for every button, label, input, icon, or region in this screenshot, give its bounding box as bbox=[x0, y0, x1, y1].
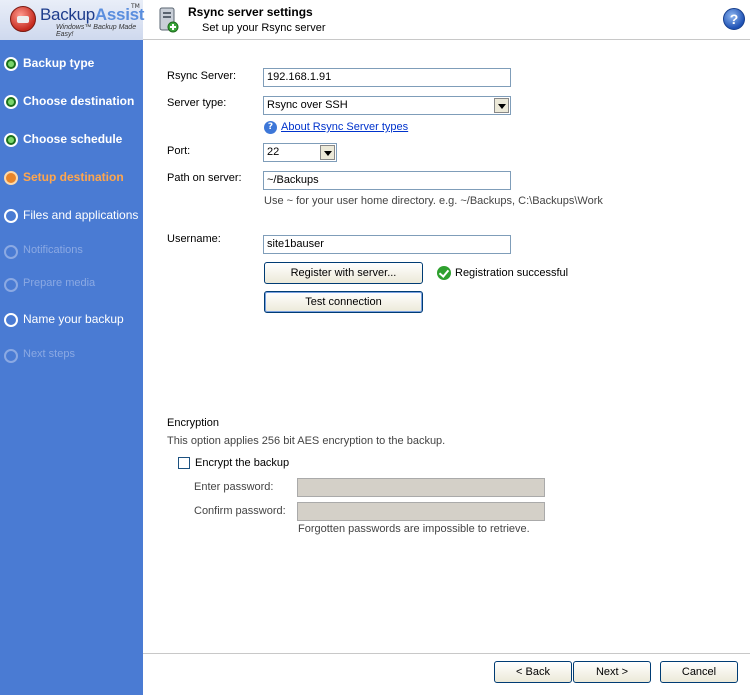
sidebar-item-label: Files and applications bbox=[23, 208, 139, 222]
sidebar-item-notifications: Notifications bbox=[0, 239, 143, 265]
enter-password-input bbox=[297, 478, 545, 497]
sidebar-item-backup-type[interactable]: Backup type bbox=[0, 51, 143, 77]
sidebar-item-label: Choose schedule bbox=[23, 132, 123, 146]
wizard-header: BackupAssist TM Windows™ Backup Made Eas… bbox=[0, 0, 750, 40]
step-complete-icon bbox=[4, 95, 18, 109]
password-warning: Forgotten passwords are impossible to re… bbox=[298, 523, 530, 535]
page-title: Rsync server settings bbox=[188, 5, 313, 19]
sidebar-item-label: Name your backup bbox=[23, 312, 124, 326]
path-hint: Use ~ for your user home directory. e.g.… bbox=[264, 195, 603, 207]
chevron-down-icon[interactable] bbox=[494, 98, 509, 113]
logo-trademark: TM bbox=[131, 3, 140, 10]
about-rsync-server-types-link[interactable]: About Rsync Server types bbox=[281, 121, 408, 133]
footer-divider bbox=[143, 653, 750, 654]
step-disabled-icon bbox=[4, 278, 18, 292]
chevron-down-icon[interactable] bbox=[320, 145, 335, 160]
rsync-server-input[interactable]: 192.168.1.91 bbox=[263, 68, 511, 87]
logo-brand: BackupAssist bbox=[40, 5, 145, 24]
app-logo: BackupAssist TM Windows™ Backup Made Eas… bbox=[0, 0, 145, 40]
help-icon[interactable]: ? bbox=[723, 8, 745, 30]
step-current-icon bbox=[4, 171, 18, 185]
encrypt-backup-label: Encrypt the backup bbox=[195, 457, 290, 469]
server-type-select[interactable]: Rsync over SSH bbox=[263, 96, 511, 115]
registration-status: Registration successful bbox=[455, 267, 569, 279]
server-type-label: Server type: bbox=[167, 97, 227, 109]
server-type-selected-value: Rsync over SSH bbox=[267, 99, 348, 111]
backupassist-logo-icon bbox=[10, 6, 36, 32]
step-disabled-icon bbox=[4, 245, 18, 259]
encrypt-backup-checkbox[interactable] bbox=[178, 457, 190, 469]
sidebar-item-label: Next steps bbox=[23, 348, 75, 360]
back-button[interactable]: < Back bbox=[494, 661, 572, 683]
sidebar-item-label: Setup destination bbox=[23, 170, 124, 184]
confirm-password-input bbox=[297, 502, 545, 521]
logo-tagline: Windows™ Backup Made Easy! bbox=[56, 24, 137, 38]
wizard-steps-sidebar: Backup type Choose destination Choose sc… bbox=[0, 40, 143, 695]
path-on-server-input[interactable]: ~/Backups bbox=[263, 171, 511, 190]
step-complete-icon bbox=[4, 133, 18, 147]
step-complete-icon bbox=[4, 57, 18, 71]
sidebar-item-label: Notifications bbox=[23, 244, 83, 256]
sidebar-item-prepare-media: Prepare media bbox=[0, 272, 143, 298]
sidebar-item-next-steps: Next steps bbox=[0, 343, 143, 369]
port-selected-value: 22 bbox=[267, 146, 280, 158]
encryption-description: This option applies 256 bit AES encrypti… bbox=[167, 435, 446, 447]
sidebar-item-label: Choose destination bbox=[23, 94, 135, 108]
sidebar-item-setup-destination[interactable]: Setup destination bbox=[0, 165, 143, 191]
path-on-server-label: Path on server: bbox=[167, 172, 242, 184]
enter-password-label: Enter password: bbox=[194, 481, 274, 493]
rsync-server-label: Rsync Server: bbox=[167, 70, 237, 82]
port-label: Port: bbox=[167, 145, 191, 157]
step-disabled-icon bbox=[4, 349, 18, 363]
register-with-server-button[interactable]: Register with server... bbox=[264, 262, 423, 284]
sidebar-item-label: Backup type bbox=[23, 56, 95, 70]
server-settings-icon bbox=[159, 7, 179, 33]
encryption-heading: Encryption bbox=[167, 417, 219, 429]
username-label: Username: bbox=[167, 233, 221, 245]
cancel-button[interactable]: Cancel bbox=[660, 661, 738, 683]
page-subtitle: Set up your Rsync server bbox=[202, 22, 326, 34]
step-pending-icon bbox=[4, 209, 18, 223]
port-select[interactable]: 22 bbox=[263, 143, 337, 162]
check-success-icon bbox=[437, 266, 451, 280]
test-connection-button[interactable]: Test connection bbox=[264, 291, 423, 313]
sidebar-item-files-and-applications[interactable]: Files and applications bbox=[0, 203, 143, 229]
username-input[interactable]: site1bauser bbox=[263, 235, 511, 254]
sidebar-item-name-your-backup[interactable]: Name your backup bbox=[0, 307, 143, 333]
sidebar-item-choose-schedule[interactable]: Choose schedule bbox=[0, 127, 143, 153]
sidebar-item-choose-destination[interactable]: Choose destination bbox=[0, 89, 143, 115]
step-pending-icon bbox=[4, 313, 18, 327]
sidebar-item-label: Prepare media bbox=[23, 277, 96, 289]
next-button[interactable]: Next > bbox=[573, 661, 651, 683]
info-icon: ? bbox=[264, 121, 277, 134]
confirm-password-label: Confirm password: bbox=[194, 505, 286, 517]
